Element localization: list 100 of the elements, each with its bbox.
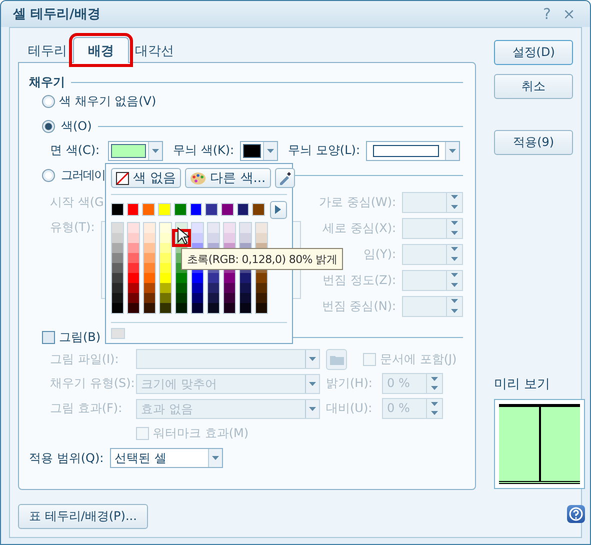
- shade-swatch[interactable]: [160, 222, 171, 233]
- shade-swatch[interactable]: [224, 302, 235, 313]
- number-field[interactable]: [402, 270, 464, 290]
- shade-swatch[interactable]: [144, 292, 155, 303]
- color-dropdown[interactable]: [240, 140, 278, 160]
- color-dropdown[interactable]: [108, 140, 163, 160]
- eyedropper-button[interactable]: [274, 168, 295, 188]
- tab[interactable]: 테두리: [22, 40, 73, 62]
- shade-swatch[interactable]: [208, 222, 219, 233]
- shade-swatch[interactable]: [208, 272, 219, 283]
- shade-swatch[interactable]: [128, 232, 139, 243]
- shade-swatch[interactable]: [144, 232, 155, 243]
- shade-swatch[interactable]: [224, 282, 235, 293]
- shade-swatch[interactable]: [160, 282, 171, 293]
- shade-swatch[interactable]: [208, 232, 219, 243]
- scope-dropdown[interactable]: 선택된 셀: [110, 448, 223, 468]
- shade-swatch[interactable]: [128, 262, 139, 273]
- number-field[interactable]: [402, 192, 464, 212]
- recent-color-swatch[interactable]: [111, 328, 125, 340]
- shade-swatch[interactable]: [240, 222, 251, 233]
- shade-swatch[interactable]: [160, 252, 171, 263]
- shade-swatch[interactable]: [128, 302, 139, 313]
- shade-swatch[interactable]: [256, 302, 267, 313]
- shade-swatch[interactable]: [112, 292, 123, 303]
- more-colors-button[interactable]: 다른 색...: [185, 168, 271, 188]
- shade-swatch[interactable]: [208, 282, 219, 293]
- no-color-button[interactable]: 색 없음: [111, 168, 182, 188]
- shade-swatch[interactable]: [240, 272, 251, 283]
- shade-swatch[interactable]: [176, 272, 187, 283]
- shade-swatch[interactable]: [112, 262, 123, 273]
- shade-swatch[interactable]: [192, 232, 203, 243]
- shade-swatch[interactable]: [240, 292, 251, 303]
- color-swatch[interactable]: [174, 203, 187, 216]
- shade-swatch[interactable]: [240, 232, 251, 243]
- more-button[interactable]: [270, 200, 287, 219]
- shade-swatch[interactable]: [176, 282, 187, 293]
- shade-swatch[interactable]: [160, 232, 171, 243]
- color-swatch[interactable]: [142, 203, 156, 216]
- radio-button[interactable]: [42, 169, 55, 182]
- shade-swatch[interactable]: [144, 272, 155, 283]
- shade-swatch[interactable]: [160, 242, 171, 253]
- shade-swatch[interactable]: [128, 292, 139, 303]
- color-swatch[interactable]: [221, 203, 234, 216]
- shade-swatch[interactable]: [128, 272, 139, 283]
- number-field[interactable]: [402, 244, 464, 264]
- shade-swatch[interactable]: [192, 292, 203, 303]
- shade-swatch[interactable]: [160, 262, 171, 273]
- color-swatch[interactable]: [252, 203, 266, 216]
- help-icon[interactable]: [567, 505, 586, 523]
- shade-swatch[interactable]: [256, 282, 267, 293]
- shade-swatch[interactable]: [128, 282, 139, 293]
- shade-swatch[interactable]: [112, 242, 123, 253]
- shade-swatch[interactable]: [240, 282, 251, 293]
- shade-swatch[interactable]: [128, 222, 139, 233]
- radio-button[interactable]: [42, 120, 55, 133]
- shade-swatch[interactable]: [144, 262, 155, 273]
- shade-swatch[interactable]: [144, 242, 155, 253]
- shade-swatch[interactable]: [112, 232, 123, 243]
- dialog-button[interactable]: 취소: [494, 74, 574, 99]
- shade-swatch[interactable]: [160, 272, 171, 283]
- shade-swatch[interactable]: [192, 222, 203, 233]
- number-field[interactable]: [402, 218, 464, 238]
- dialog-button[interactable]: 적용(9): [494, 130, 574, 155]
- shade-swatch[interactable]: [160, 302, 171, 313]
- shade-swatch[interactable]: [240, 302, 251, 313]
- number-field[interactable]: [402, 296, 464, 316]
- shade-swatch[interactable]: [256, 222, 267, 233]
- checkbox-option[interactable]: 그림(B): [42, 328, 101, 346]
- color-swatch[interactable]: [111, 203, 124, 216]
- table-border-button[interactable]: 표 테두리/배경(P)...: [18, 504, 148, 529]
- dialog-button[interactable]: 설정(D): [494, 40, 574, 65]
- color-swatch[interactable]: [158, 203, 171, 216]
- tab[interactable]: 대각선: [129, 40, 180, 62]
- shade-swatch[interactable]: [256, 232, 267, 243]
- shade-swatch[interactable]: [144, 302, 155, 313]
- radio-option[interactable]: 색 채우기 없음(V): [42, 92, 156, 110]
- shade-swatch[interactable]: [224, 292, 235, 303]
- shade-swatch[interactable]: [128, 242, 139, 253]
- shade-swatch[interactable]: [192, 282, 203, 293]
- color-swatch[interactable]: [205, 203, 218, 216]
- shade-swatch[interactable]: [160, 292, 171, 303]
- shade-swatch[interactable]: [224, 222, 235, 233]
- shade-swatch[interactable]: [112, 222, 123, 233]
- shade-swatch[interactable]: [144, 222, 155, 233]
- color-swatch[interactable]: [190, 203, 202, 216]
- shade-swatch[interactable]: [128, 252, 139, 263]
- shade-swatch[interactable]: [112, 252, 123, 263]
- shade-swatch[interactable]: [144, 252, 155, 263]
- shade-swatch[interactable]: [176, 302, 187, 313]
- color-swatch[interactable]: [126, 203, 140, 216]
- shade-swatch[interactable]: [208, 292, 219, 303]
- shade-swatch[interactable]: [192, 272, 203, 283]
- file-dropdown[interactable]: [136, 349, 320, 369]
- shade-swatch[interactable]: [112, 282, 123, 293]
- shade-swatch[interactable]: [176, 292, 187, 303]
- shade-swatch[interactable]: [256, 292, 267, 303]
- shade-swatch[interactable]: [208, 302, 219, 313]
- shade-swatch[interactable]: [224, 272, 235, 283]
- color-swatch[interactable]: [236, 203, 250, 216]
- shade-swatch[interactable]: [112, 272, 123, 283]
